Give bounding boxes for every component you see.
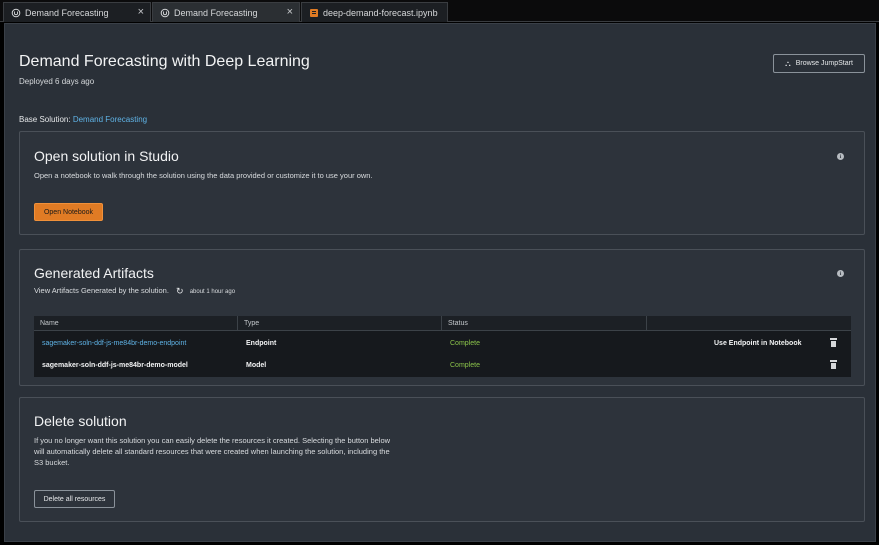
delete-all-resources-button[interactable]: Delete all resources	[34, 490, 115, 508]
column-actions	[646, 316, 851, 331]
delete-description-line-1: If you no longer want this solution you …	[34, 436, 391, 445]
artifact-status: Complete	[450, 361, 480, 369]
jumpstart-icon: ⛬	[785, 58, 791, 68]
deployed-status: Deployed 6 days ago	[19, 77, 95, 86]
card-title: Open solution in Studio	[34, 148, 179, 164]
base-solution-label: Base Solution:	[19, 115, 71, 124]
card-description: View Artifacts Generated by the solution…	[34, 286, 235, 297]
trash-icon[interactable]	[830, 338, 837, 347]
column-status[interactable]: Status	[441, 316, 646, 331]
close-icon[interactable]: ×	[287, 6, 293, 18]
artifact-status: Complete	[450, 339, 480, 347]
notebook-icon	[310, 8, 318, 17]
table-row: sagemaker-soln-ddf-js-me84br-demo-model …	[34, 354, 851, 376]
jumpstart-icon	[11, 8, 21, 17]
table-row: sagemaker-soln-ddf-js-me84br-demo-endpoi…	[34, 332, 851, 354]
column-name[interactable]: Name	[34, 316, 237, 331]
delete-solution-card: Delete solution If you no longer want th…	[19, 397, 865, 522]
tab-label: Demand Forecasting	[174, 7, 258, 18]
card-title: Delete solution	[34, 413, 127, 429]
open-in-studio-card: Open solution in Studio i Open a noteboo…	[19, 131, 865, 235]
page-title: Demand Forecasting with Deep Learning	[19, 53, 310, 70]
delete-description-line-2: will automatically delete all standard r…	[34, 447, 390, 456]
browse-jumpstart-button[interactable]: ⛬ Browse JumpStart	[773, 54, 865, 73]
column-type[interactable]: Type	[237, 316, 441, 331]
base-solution-link[interactable]: Demand Forecasting	[73, 115, 147, 124]
artifacts-description: View Artifacts Generated by the solution…	[34, 286, 169, 295]
browse-jumpstart-label: Browse JumpStart	[795, 60, 853, 67]
artifact-name-link[interactable]: sagemaker-soln-ddf-js-me84br-demo-endpoi…	[42, 332, 186, 354]
close-icon[interactable]: ×	[138, 6, 144, 18]
tab-label: deep-demand-forecast.ipynb	[323, 7, 438, 18]
refresh-icon[interactable]: ↻	[176, 286, 184, 297]
use-endpoint-in-notebook-link[interactable]: Use Endpoint in Notebook	[714, 332, 802, 354]
jumpstart-icon	[160, 8, 170, 17]
delete-description-line-3: S3 bucket.	[34, 458, 70, 467]
artifacts-table: Name Type Status sagemaker-soln-ddf-js-m…	[34, 316, 851, 377]
open-notebook-button[interactable]: Open Notebook	[34, 203, 103, 221]
solution-panel: Demand Forecasting with Deep Learning De…	[4, 23, 876, 542]
info-icon[interactable]: i	[837, 153, 844, 160]
generated-artifacts-card: Generated Artifacts i View Artifacts Gen…	[19, 249, 865, 386]
card-description: Open a notebook to walk through the solu…	[34, 171, 373, 180]
info-icon[interactable]: i	[837, 270, 844, 277]
tab-label: Demand Forecasting	[25, 7, 109, 18]
artifact-name: sagemaker-soln-ddf-js-me84br-demo-model	[42, 361, 188, 369]
tab-bar: Demand Forecasting × Demand Forecasting …	[0, 0, 879, 22]
last-updated: about 1 hour ago	[189, 289, 236, 295]
tab-demand-forecasting-1[interactable]: Demand Forecasting ×	[3, 2, 151, 22]
base-solution: Base Solution: Demand Forecasting	[19, 115, 147, 124]
artifact-type: Model	[246, 361, 267, 369]
table-header: Name Type Status	[34, 316, 851, 331]
card-title: Generated Artifacts	[34, 265, 154, 281]
artifact-type: Endpoint	[246, 339, 277, 347]
tab-notebook[interactable]: deep-demand-forecast.ipynb	[301, 2, 448, 22]
tab-demand-forecasting-2[interactable]: Demand Forecasting ×	[152, 2, 300, 22]
trash-icon[interactable]	[830, 360, 837, 369]
